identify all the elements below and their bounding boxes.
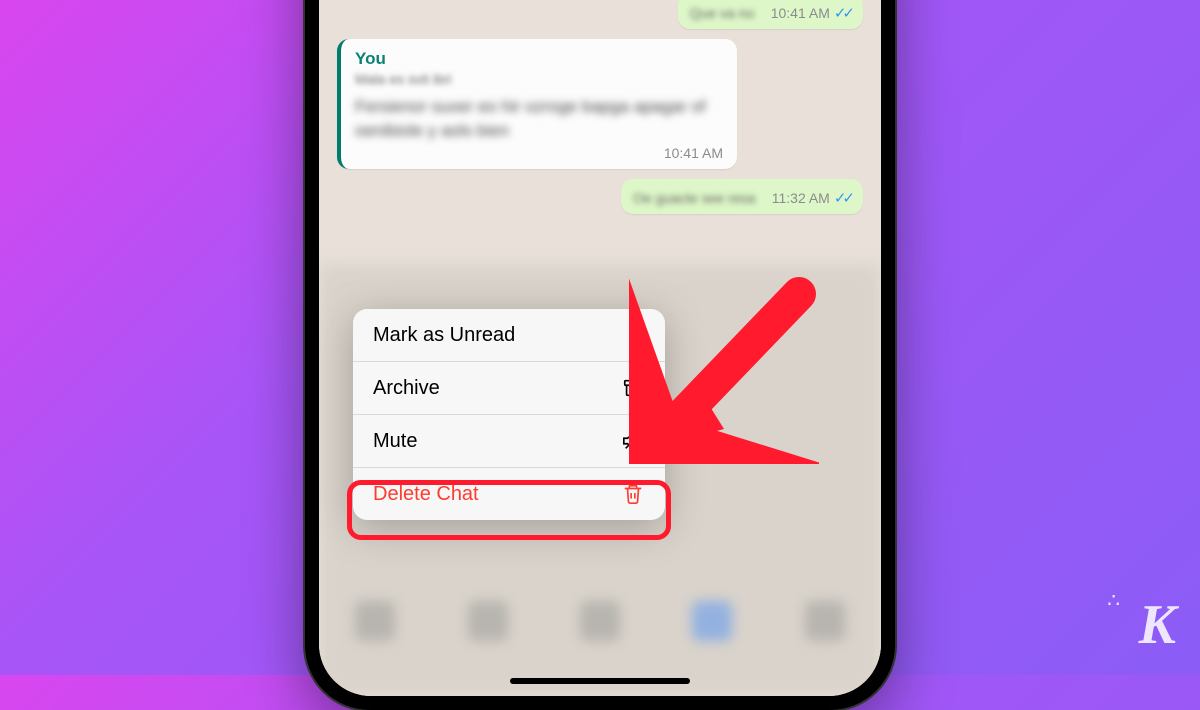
menu-label: Mute	[373, 430, 417, 453]
quote-sender-label: You	[355, 49, 723, 69]
watermark-dots: ∴	[1107, 588, 1122, 613]
archive-item[interactable]: Archive	[353, 362, 665, 415]
phone-frame: Que va no 10:41 AM ✓✓ You Mala es svit i…	[305, 0, 895, 710]
blurred-message-text: Fersienor suxer eo hir ozroge bapga apag…	[355, 95, 723, 143]
watermark-logo: K	[1139, 593, 1176, 657]
blurred-message-text: Oe guacte see resa	[633, 190, 755, 206]
context-menu: Mark as Unread Archive Mute Delete Chat	[353, 309, 665, 520]
chat-area: Que va no 10:41 AM ✓✓ You Mala es svit i…	[319, 0, 881, 304]
incoming-message-with-quote[interactable]: You Mala es svit ibri Fersienor suxer eo…	[337, 39, 737, 169]
read-receipt-icon: ✓✓	[834, 189, 851, 207]
mute-icon	[621, 429, 645, 453]
blurred-message-text: Que va no	[690, 5, 755, 21]
read-receipt-icon: ✓✓	[834, 4, 851, 22]
message-timestamp: 10:41 AM	[771, 5, 830, 21]
trash-icon	[621, 482, 645, 506]
menu-label: Delete Chat	[373, 483, 479, 506]
delete-chat-item[interactable]: Delete Chat	[353, 468, 665, 520]
outgoing-message[interactable]: Oe guacte see resa 11:32 AM ✓✓	[621, 179, 863, 214]
home-indicator[interactable]	[510, 678, 690, 684]
menu-label: Archive	[373, 377, 440, 400]
blurred-tab-bar	[319, 586, 881, 656]
message-timestamp: 10:41 AM	[664, 145, 723, 161]
mute-item[interactable]: Mute	[353, 415, 665, 468]
menu-label: Mark as Unread	[373, 324, 515, 347]
unread-icon	[621, 323, 645, 347]
archive-icon	[621, 376, 645, 400]
blurred-quote-text: Mala es svit ibri	[355, 71, 723, 87]
mark-as-unread-item[interactable]: Mark as Unread	[353, 309, 665, 362]
phone-screen: Que va no 10:41 AM ✓✓ You Mala es svit i…	[319, 0, 881, 696]
message-timestamp: 11:32 AM	[772, 190, 830, 206]
outgoing-message[interactable]: Que va no 10:41 AM ✓✓	[678, 0, 863, 29]
